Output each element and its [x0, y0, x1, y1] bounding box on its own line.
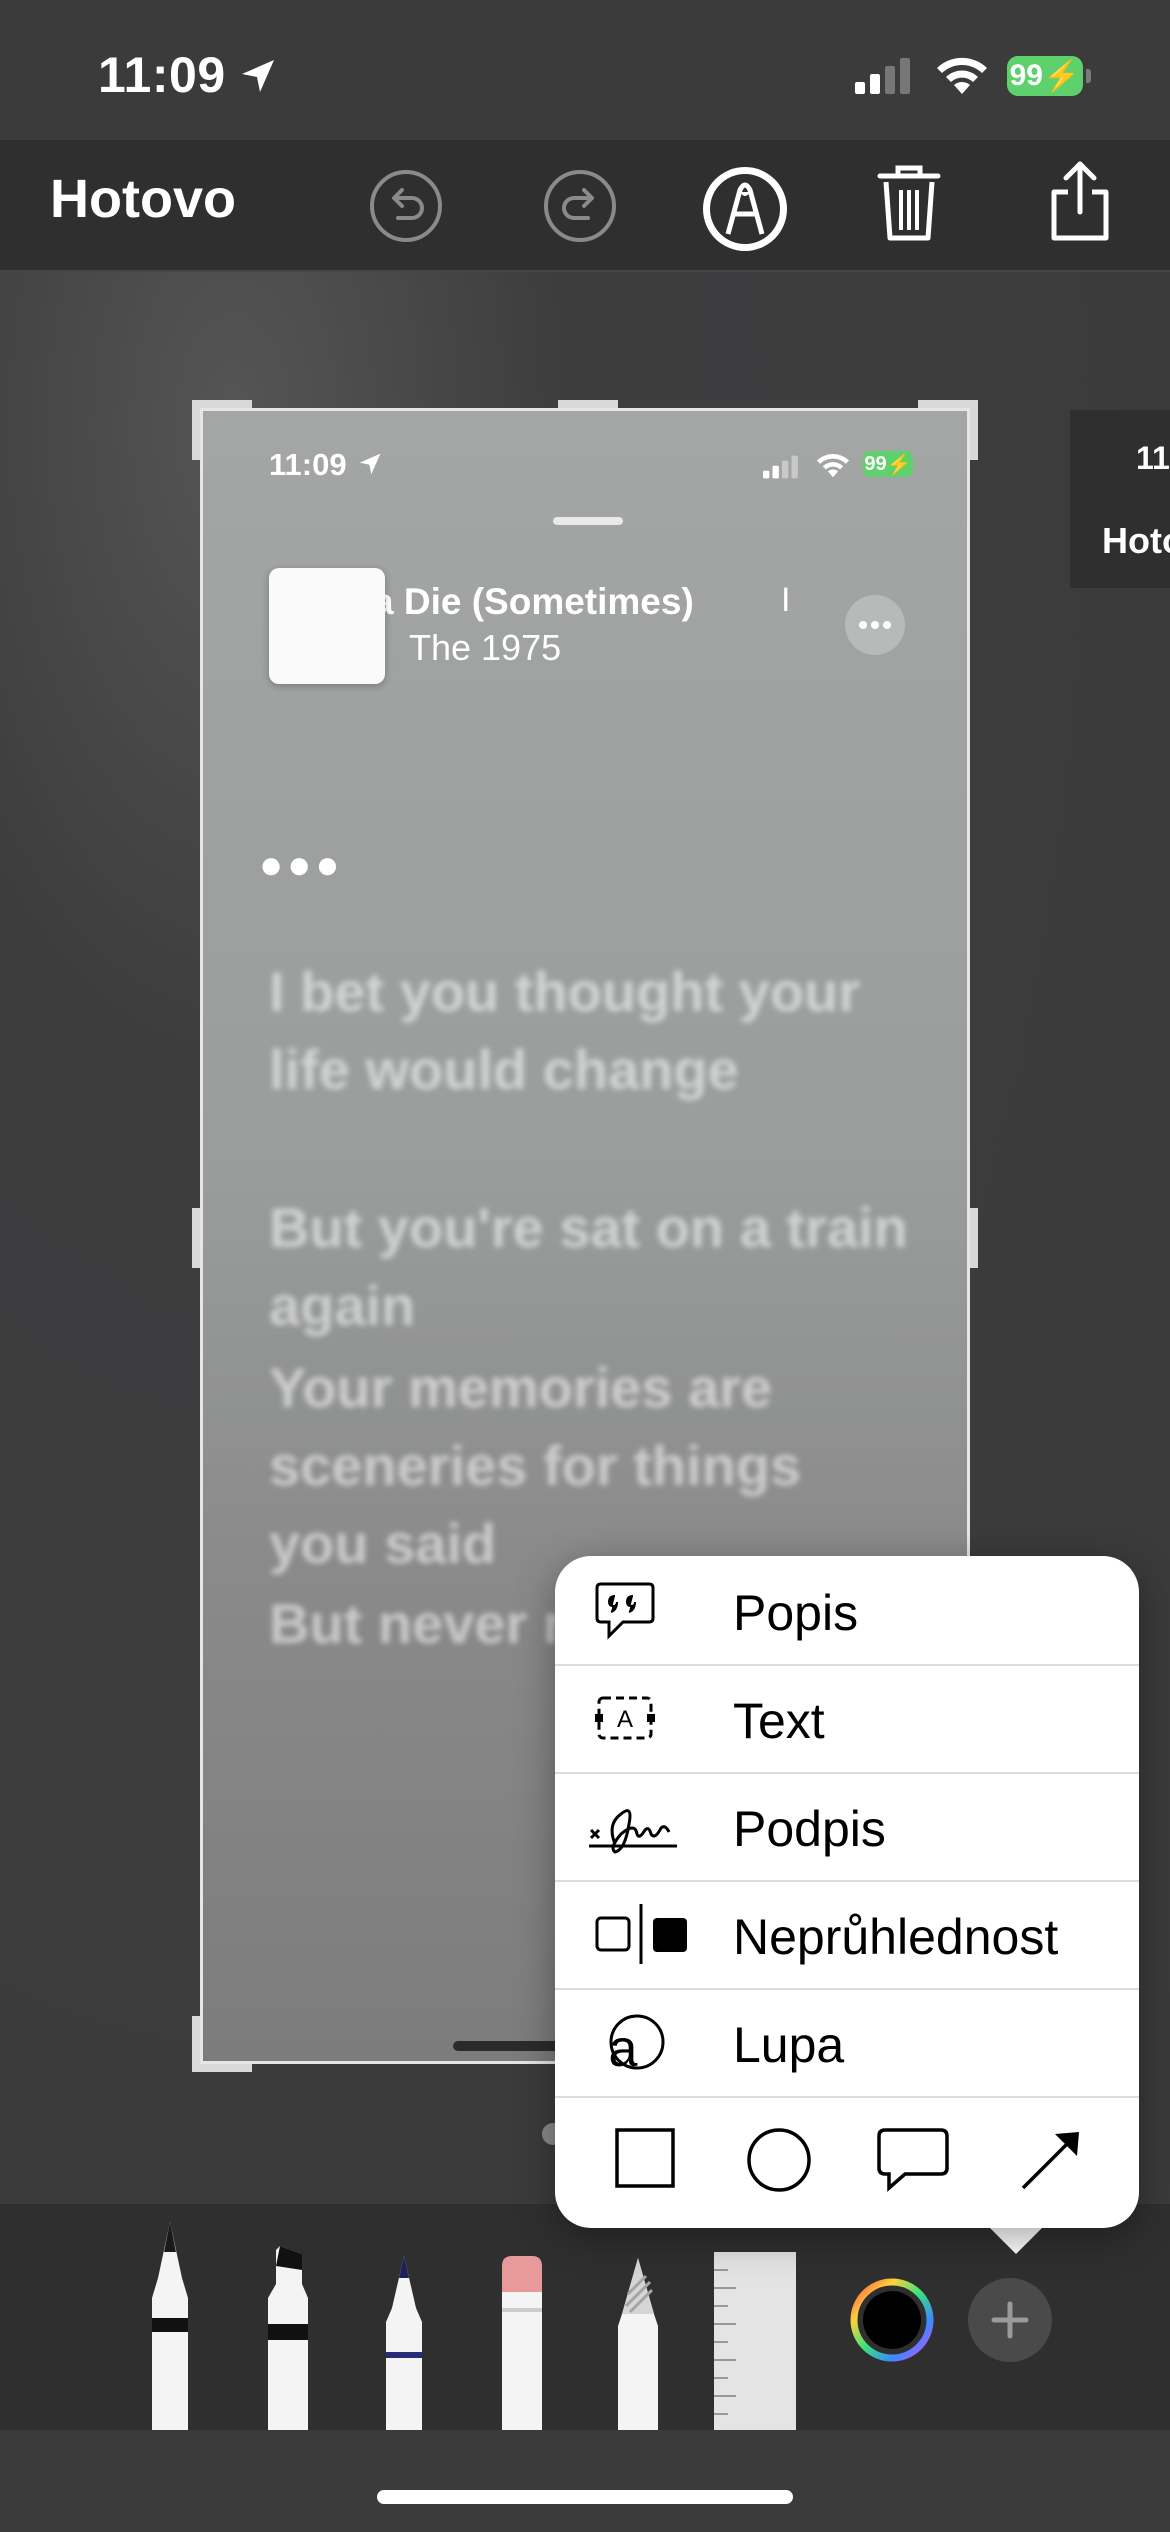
pen-tool-icon[interactable] — [140, 2218, 200, 2430]
color-picker-icon[interactable] — [850, 2278, 934, 2362]
menu-item-label: Popis — [733, 1585, 859, 1641]
song-title-overflow: I — [781, 581, 791, 619]
inner-location-icon — [359, 453, 381, 475]
peek-label: Hoto — [1102, 520, 1170, 561]
peek-time: 11: — [1136, 440, 1170, 476]
pencil-tool-icon[interactable] — [376, 2252, 432, 2430]
crop-handle-top-left[interactable] — [192, 400, 252, 408]
markup-pen-icon[interactable] — [700, 164, 790, 254]
menu-item-description[interactable]: Popis — [555, 1556, 1139, 1666]
cellular-signal-icon — [855, 58, 910, 94]
menu-item-label: Text — [733, 1693, 825, 1749]
square-shape-icon[interactable] — [613, 2126, 677, 2190]
crop-handle-top-left-v[interactable] — [192, 400, 200, 460]
crop-handle-right[interactable] — [970, 1208, 978, 1268]
next-screenshot-peek[interactable]: 11: Hoto — [1070, 410, 1170, 588]
quote-bubble-icon — [595, 1582, 655, 1640]
magnifier-icon: a — [609, 2014, 665, 2074]
inner-signal-icon — [763, 455, 798, 479]
status-time: 11:09 — [98, 47, 226, 103]
menu-item-text[interactable]: A Text — [555, 1664, 1139, 1774]
eraser-tool-icon[interactable] — [494, 2252, 550, 2430]
add-tool-button[interactable] — [968, 2278, 1052, 2362]
menu-item-label: Podpis — [733, 1801, 886, 1857]
crop-handle-top-right-v[interactable] — [970, 400, 978, 460]
lasso-tool-icon[interactable] — [610, 2254, 666, 2430]
inner-wifi-icon — [816, 454, 850, 478]
menu-item-signature[interactable]: Podpis — [555, 1772, 1139, 1882]
sheet-grabber — [553, 517, 623, 525]
lyric-line: I bet you thought your life would change — [269, 960, 861, 1101]
done-button[interactable]: Hotovo — [50, 168, 236, 230]
inner-battery-level: 99 — [864, 452, 887, 475]
battery-tip — [1086, 69, 1091, 83]
album-art — [269, 568, 385, 684]
song-title: a Die (Sometimes) — [373, 581, 694, 622]
inner-status-time: 11:09 — [269, 447, 347, 482]
marker-tool-icon[interactable] — [258, 2244, 318, 2430]
loading-dots: ●●● — [259, 843, 344, 887]
menu-item-magnifier[interactable]: a Lupa — [555, 1988, 1139, 2098]
circle-shape-icon[interactable] — [745, 2126, 813, 2194]
opacity-icon — [595, 1904, 687, 1964]
trash-icon[interactable] — [874, 160, 944, 244]
battery-level: 99 — [1009, 59, 1043, 92]
home-indicator[interactable] — [377, 2490, 793, 2504]
add-annotation-menu: Popis A Text Podpis Neprůhlednost a Lupa — [555, 1556, 1139, 2228]
shape-row — [555, 2096, 1139, 2228]
svg-text:a: a — [609, 2020, 638, 2074]
text-box-icon: A — [595, 1696, 655, 1740]
lyric-line: But you're sat on a train again — [269, 1196, 908, 1337]
crop-handle-top-right[interactable] — [918, 400, 978, 408]
menu-item-opacity[interactable]: Neprůhlednost — [555, 1880, 1139, 1990]
song-artist: The 1975 — [409, 627, 562, 668]
crop-handle-top[interactable] — [558, 400, 618, 408]
lyric-line: Your memories are sceneries for things y… — [269, 1356, 802, 1575]
crop-handle-bottom-left[interactable] — [192, 2064, 252, 2072]
speech-bubble-shape-icon[interactable] — [875, 2126, 951, 2194]
share-icon[interactable] — [1044, 158, 1116, 244]
location-arrow-icon — [242, 60, 274, 92]
arrow-shape-icon[interactable] — [1017, 2126, 1085, 2194]
more-options-icon — [845, 595, 905, 655]
inner-battery: 99 ⚡ — [863, 451, 913, 477]
plus-icon — [991, 2301, 1029, 2339]
wifi-icon — [937, 57, 987, 94]
ruler-tool-icon[interactable] — [714, 2252, 796, 2430]
svg-text:A: A — [617, 1706, 633, 1733]
crop-handle-left[interactable] — [192, 1208, 200, 1268]
battery-indicator: 99 ⚡ — [1007, 56, 1083, 96]
menu-item-label: Lupa — [733, 2017, 845, 2073]
undo-icon[interactable] — [368, 168, 444, 244]
signature-icon — [589, 1809, 677, 1854]
menu-item-label: Neprůhlednost — [733, 1909, 1059, 1965]
redo-icon[interactable] — [542, 168, 618, 244]
